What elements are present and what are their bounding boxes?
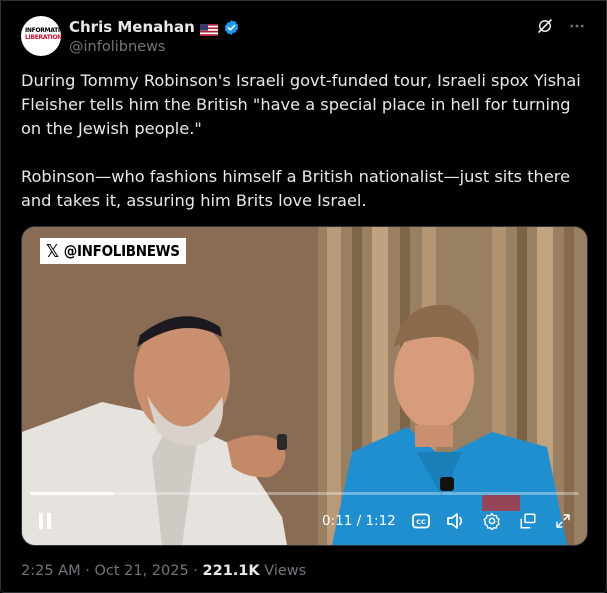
avatar-logo-line2: LIBERATION [25, 34, 61, 41]
video-watermark: 𝕏 @INFOLIBNEWS [40, 238, 186, 264]
captions-icon[interactable]: CC [410, 507, 432, 535]
meta-separator: · [85, 563, 90, 579]
fullscreen-icon[interactable] [552, 507, 574, 535]
video-player[interactable]: 𝕏 @INFOLIBNEWS 0:11 / 1:12 CC [21, 226, 588, 546]
grok-icon[interactable] [536, 17, 554, 39]
avatar-logo: INFORMATION LIBERATION [25, 27, 61, 45]
video-frame [22, 227, 587, 545]
volume-icon[interactable] [444, 507, 468, 535]
post-header: INFORMATION LIBERATION Chris Menahan [21, 15, 586, 59]
settings-icon[interactable] [481, 507, 503, 535]
post-card: INFORMATION LIBERATION Chris Menahan [0, 0, 607, 593]
video-progress-fill [30, 492, 114, 495]
avatar-logo-line1: INFORMATION [25, 27, 61, 34]
watermark-text: @INFOLIBNEWS [63, 242, 180, 260]
avatar[interactable]: INFORMATION LIBERATION [21, 16, 61, 56]
us-flag-icon [199, 21, 218, 36]
post-meta: 2:25 AM · Oct 21, 2025 · 221.1K Views [21, 563, 306, 579]
more-icon[interactable] [568, 17, 586, 39]
verified-badge-icon[interactable] [223, 19, 240, 36]
post-text: During Tommy Robinson's Israeli govt-fun… [21, 71, 581, 210]
x-logo-icon: 𝕏 [46, 240, 59, 262]
video-controls: 0:11 / 1:12 CC [22, 507, 587, 537]
author-name[interactable]: Chris Menahan [69, 18, 195, 36]
views-count: 221.1K [202, 563, 260, 579]
meta-separator: · [193, 563, 198, 579]
views-label: Views [264, 563, 307, 579]
video-progress-bar[interactable] [30, 492, 579, 495]
post-actions-top [536, 17, 586, 39]
post-time[interactable]: 2:25 AM [21, 563, 81, 579]
author-handle[interactable]: @infolibnews [69, 39, 165, 55]
popout-icon[interactable] [517, 507, 539, 535]
pause-icon[interactable] [34, 507, 56, 535]
post-date[interactable]: Oct 21, 2025 [94, 563, 188, 579]
author-name-row: Chris Menahan [69, 17, 240, 37]
video-time: 0:11 / 1:12 [322, 513, 396, 529]
svg-text:CC: CC [416, 518, 426, 526]
